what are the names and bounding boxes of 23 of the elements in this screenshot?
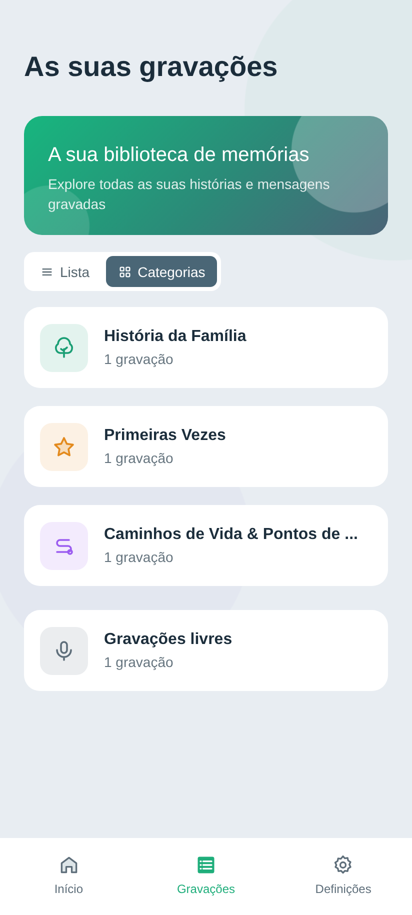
category-name: História da Família xyxy=(104,328,246,346)
recording-count: 1 gravação xyxy=(104,654,174,670)
category-name: Caminhos de Vida & Pontos de ... xyxy=(104,526,358,544)
recording-count: 1 gravação xyxy=(104,549,174,565)
view-tab[interactable]: Categorias xyxy=(106,256,218,287)
category-card[interactable]: História da Família 1 gravação xyxy=(24,307,388,388)
banner-title: A sua biblioteca de memórias xyxy=(48,143,310,168)
star-icon xyxy=(52,434,76,458)
recording-count: 1 gravação xyxy=(104,450,174,466)
nav-tab[interactable]: Início xyxy=(14,854,124,896)
category-name: Gravações livres xyxy=(104,631,232,649)
view-tab[interactable]: Lista xyxy=(28,256,102,287)
banner-subtitle: Explore todas as suas histórias e mensagens gravadas xyxy=(48,175,331,214)
recording-count: 1 gravação xyxy=(104,351,174,367)
tree-icon xyxy=(52,336,76,360)
nav-tab[interactable]: Definições xyxy=(288,854,398,896)
settings-icon xyxy=(332,854,354,876)
category-card[interactable]: Gravações livres 1 gravação xyxy=(24,610,388,691)
category-name: Primeiras Vezes xyxy=(104,427,226,445)
category-card[interactable]: Caminhos de Vida & Pontos de ... 1 gravação xyxy=(24,505,388,586)
category-card[interactable]: Primeiras Vezes 1 gravação xyxy=(24,406,388,487)
grid-icon xyxy=(118,264,132,278)
page-title: As suas gravações xyxy=(24,50,279,84)
